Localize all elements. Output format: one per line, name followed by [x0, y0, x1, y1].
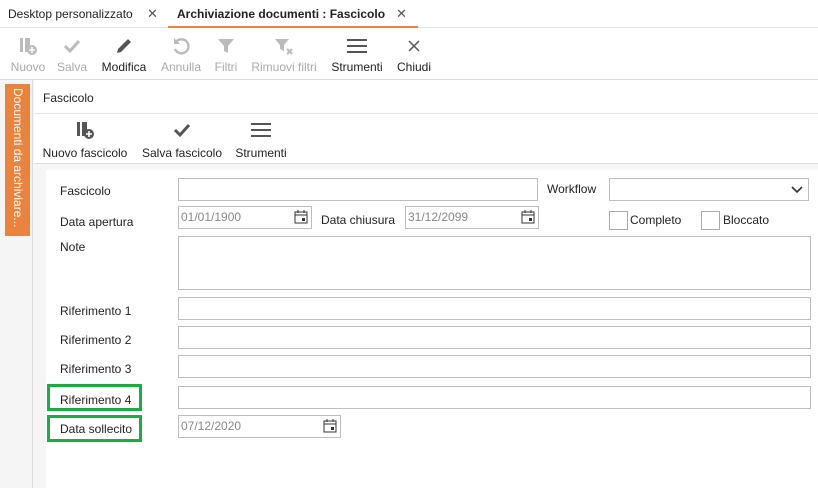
riferimento-3-input[interactable] [178, 355, 811, 378]
tab-label: Desktop personalizzato [8, 7, 133, 21]
hamburger-icon [347, 39, 367, 53]
completo-checkbox[interactable] [609, 211, 628, 230]
check-icon [63, 39, 81, 54]
salva-fascicolo-button[interactable]: Salva fascicolo [140, 114, 224, 164]
bloccato-label: Bloccato [723, 213, 770, 227]
section-header: Fascicolo [34, 80, 818, 114]
completo-label: Completo [630, 213, 682, 227]
section-title: Fascicolo [43, 91, 94, 105]
calendar-icon[interactable] [323, 419, 337, 433]
riferimento-1-input[interactable] [178, 297, 811, 320]
riferimento-4-input[interactable] [178, 386, 811, 409]
tab-desktop-personalizzato[interactable]: Desktop personalizzato ✕ [8, 0, 166, 28]
workflow-select[interactable] [609, 178, 809, 201]
filter-icon [218, 39, 234, 53]
side-tab-label: Documenti da archiviare... [11, 88, 25, 228]
chevron-down-icon [791, 186, 803, 194]
filtri-button[interactable]: Filtri [208, 28, 244, 80]
close-icon[interactable]: ✕ [147, 0, 158, 28]
nuovo-button[interactable]: Nuovo [6, 28, 50, 80]
tab-archiviazione-documenti[interactable]: Archiviazione documenti : Fascicolo ✕ [177, 0, 417, 28]
strumenti-fascicolo-button[interactable]: Strumenti [230, 114, 292, 164]
pencil-icon [117, 39, 131, 53]
data-sollecito-value: 07/12/2020 [181, 419, 242, 433]
data-sollecito-field[interactable]: 07/12/2020 [178, 415, 341, 438]
modifica-button[interactable]: Modifica [96, 28, 152, 80]
chiudi-button[interactable]: Chiudi [393, 28, 435, 80]
nuovo-fascicolo-button[interactable]: Nuovo fascicolo [40, 114, 130, 164]
riferimento-4-label: Riferimento 4 [60, 393, 132, 407]
data-chiusura-value: 31/12/2099 [408, 210, 469, 224]
data-chiusura-field[interactable]: 31/12/2099 [405, 206, 539, 229]
data-apertura-value: 01/01/1900 [181, 210, 242, 224]
salva-button[interactable]: Salva [52, 28, 92, 80]
tab-bar: Desktop personalizzato ✕ Archiviazione d… [0, 0, 818, 28]
data-apertura-field[interactable]: 01/01/1900 [178, 206, 312, 229]
side-tab-documenti[interactable]: Documenti da archiviare... [5, 84, 30, 236]
new-document-icon [20, 38, 37, 55]
hamburger-icon [251, 123, 271, 137]
riferimento-3-label: Riferimento 3 [60, 362, 132, 376]
annulla-button[interactable]: Annulla [156, 28, 206, 80]
calendar-icon[interactable] [294, 210, 308, 224]
close-icon [408, 40, 420, 52]
rimuovi-filtri-button[interactable]: Rimuovi filtri [246, 28, 322, 80]
data-sollecito-label: Data sollecito [60, 422, 133, 436]
section-toolbar: Nuovo fascicolo Salva fascicolo Strument… [34, 114, 818, 164]
tab-label: Archiviazione documenti : Fascicolo [177, 7, 386, 21]
riferimento-2-label: Riferimento 2 [60, 333, 132, 347]
fascicolo-input[interactable] [178, 178, 538, 201]
workflow-label: Workflow [547, 182, 597, 196]
remove-filter-icon [275, 39, 293, 55]
check-icon [173, 123, 191, 138]
main-toolbar: Nuovo Salva Modifica Annulla Filtri Rimu… [0, 28, 818, 80]
data-apertura-label: Data apertura [60, 215, 134, 229]
riferimento-1-label: Riferimento 1 [60, 304, 132, 318]
riferimento-2-input[interactable] [178, 326, 811, 349]
calendar-icon[interactable] [521, 210, 535, 224]
close-icon[interactable]: ✕ [396, 0, 407, 28]
data-chiusura-label: Data chiusura [321, 213, 396, 227]
bloccato-checkbox[interactable] [701, 211, 720, 230]
new-document-icon [77, 122, 94, 139]
note-textarea[interactable] [178, 236, 811, 290]
fascicolo-label: Fascicolo [60, 184, 111, 198]
note-label: Note [60, 240, 86, 254]
strumenti-button[interactable]: Strumenti [326, 28, 388, 80]
undo-icon [173, 38, 190, 55]
